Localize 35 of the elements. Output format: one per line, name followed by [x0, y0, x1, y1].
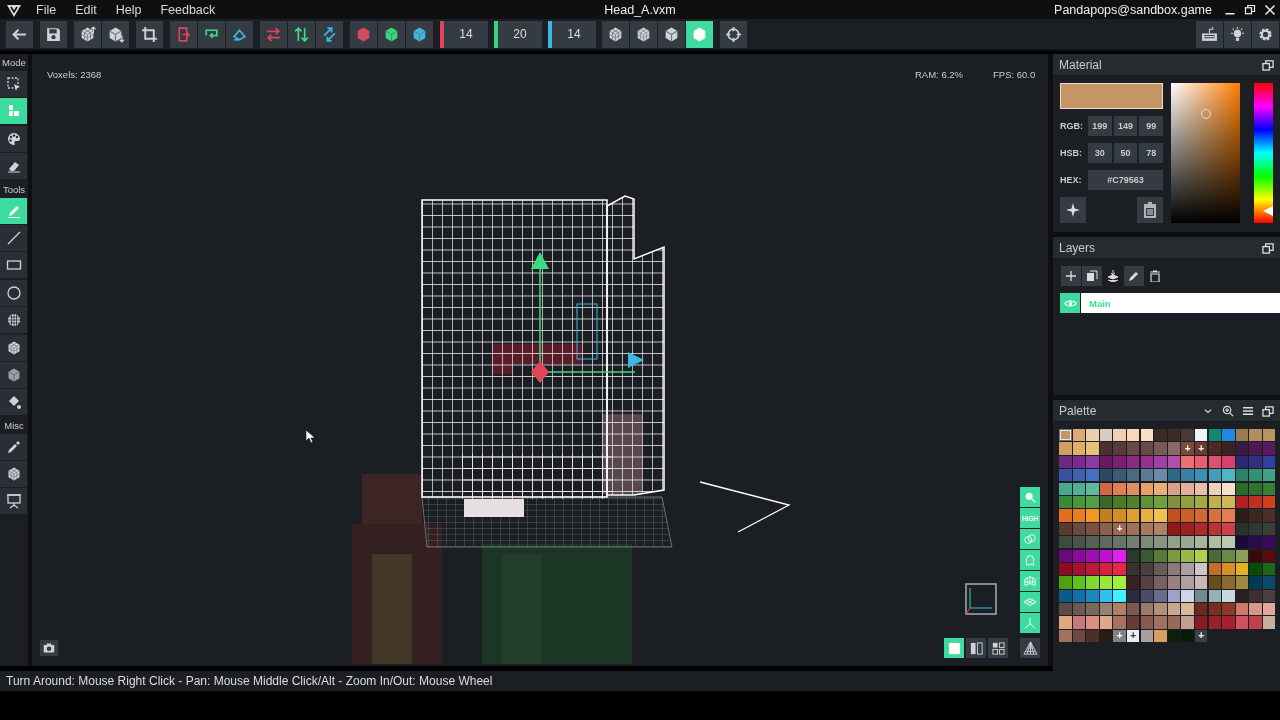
status-bar: Turn Around: Mouse Right Click - Pan: Mouse Middle Click/Alt - Zoom In/Out: Mouse Wheel: [0, 671, 1280, 691]
dimension-field[interactable]: 14: [440, 20, 488, 48]
ram-usage: RAM: 6.2%: [915, 69, 964, 80]
number-field[interactable]: 99: [1139, 116, 1164, 136]
panel-title: Material: [1059, 57, 1103, 72]
color-swatch[interactable]: +: [1126, 629, 1140, 643]
color-swatch[interactable]: +: [1194, 629, 1208, 643]
window-title: Head_A.vxm: [604, 2, 676, 17]
field-label: RGB:: [1060, 121, 1084, 131]
panel-title: Palette: [1059, 403, 1098, 418]
section-label: Tools: [1, 182, 27, 197]
color-swatch[interactable]: +: [1113, 522, 1126, 536]
number-field[interactable]: 199: [1088, 116, 1112, 136]
menu-item[interactable]: Feedback: [160, 2, 216, 17]
dimension-field[interactable]: 14: [548, 20, 596, 48]
field-label: HSB:: [1060, 148, 1083, 158]
menu-item[interactable]: Edit: [75, 2, 97, 17]
color-swatch[interactable]: +: [1113, 629, 1126, 643]
number-field[interactable]: 78: [1139, 143, 1164, 163]
field-label: HEX:: [1060, 175, 1083, 185]
section-label: Misc: [3, 418, 25, 433]
number-field[interactable]: 149: [1113, 116, 1138, 136]
user-account[interactable]: Pandapops@sandbox.game: [1054, 2, 1212, 17]
menu-item[interactable]: File: [36, 2, 57, 17]
color-swatch[interactable]: +: [1194, 442, 1208, 455]
dimension-field[interactable]: 20: [494, 20, 542, 48]
hex-field[interactable]: #C79563: [1088, 170, 1164, 190]
fps-counter: FPS: 60.0: [993, 69, 1036, 80]
section-label: Mode: [1, 56, 27, 70]
panel-title: Layers: [1059, 240, 1097, 255]
voxel-count: Voxels: 2368: [47, 69, 102, 80]
number-field[interactable]: 30: [1088, 143, 1112, 163]
color-swatch[interactable]: +: [1181, 442, 1194, 455]
number-field[interactable]: 50: [1113, 143, 1138, 163]
menu-item[interactable]: Help: [115, 2, 142, 17]
